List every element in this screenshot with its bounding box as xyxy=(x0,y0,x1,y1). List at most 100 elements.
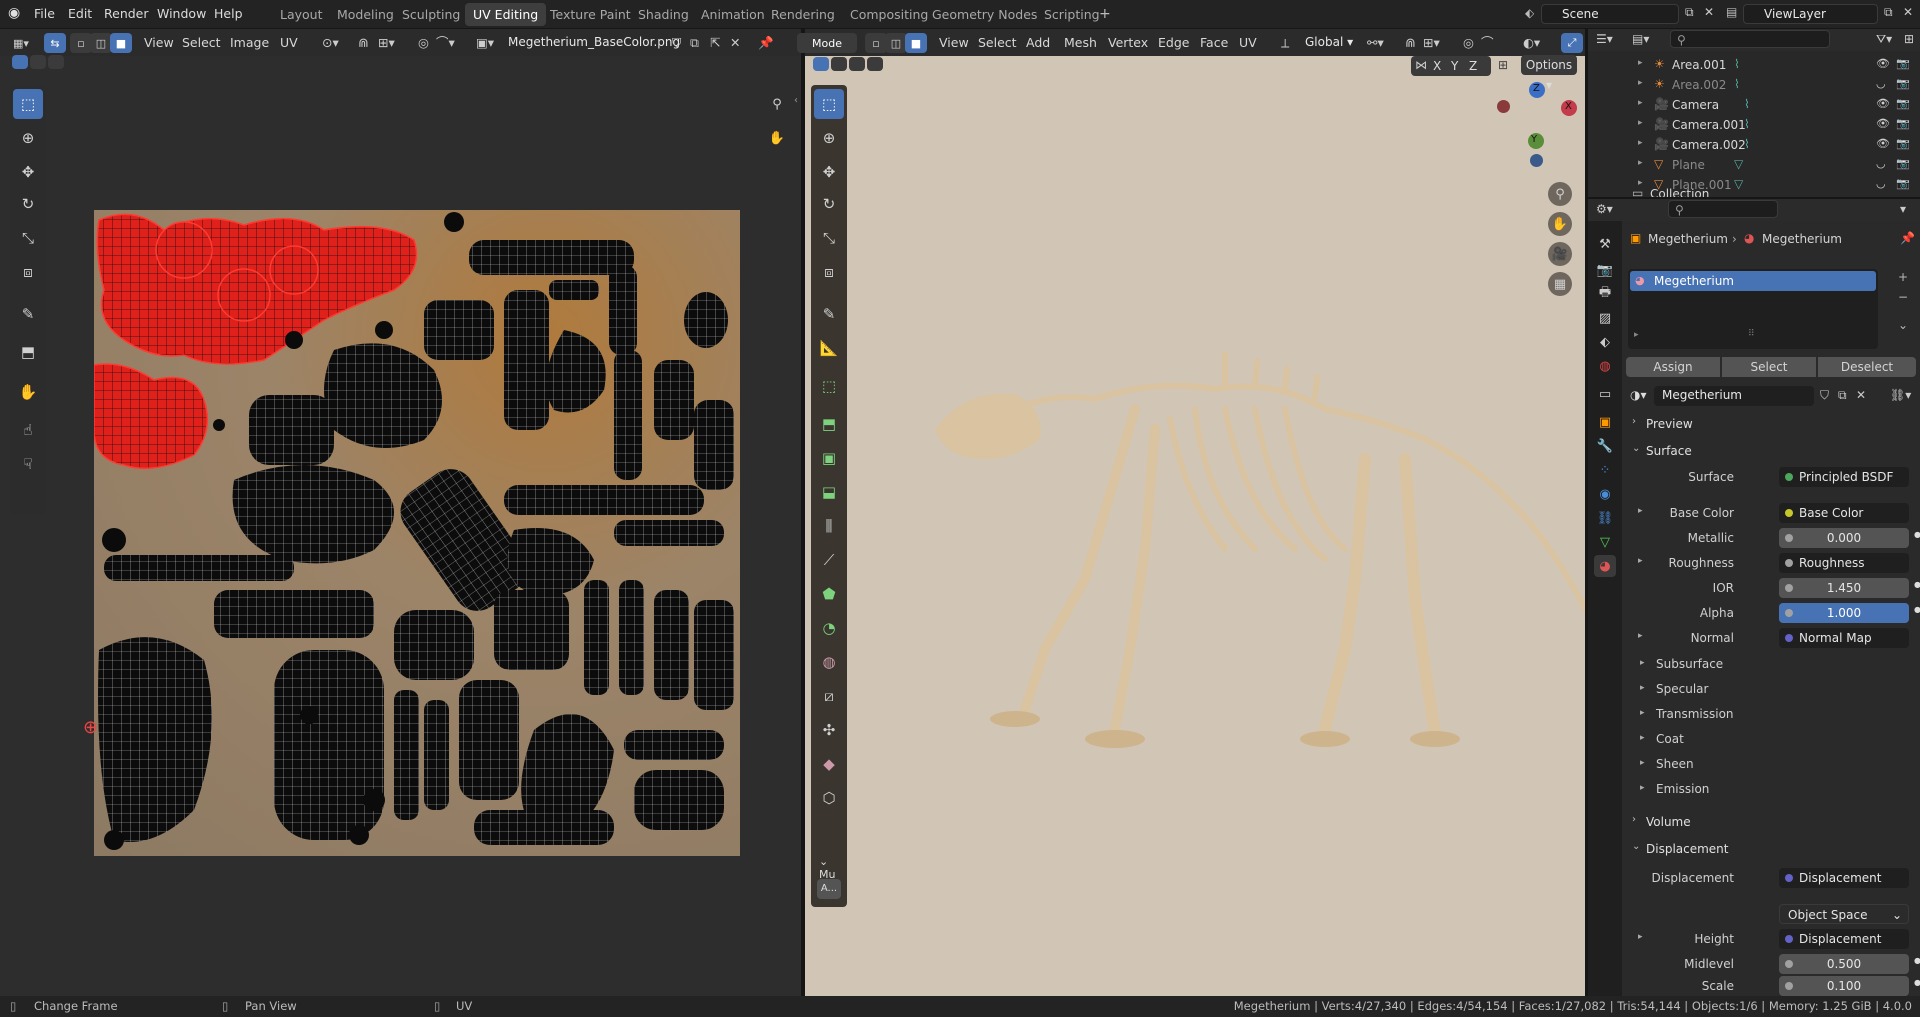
vp-scale-tool-icon[interactable]: ⤡ xyxy=(814,223,844,253)
select-box-tool-icon[interactable]: ⬚ xyxy=(13,89,43,119)
transform-tool-icon[interactable]: ⧈ xyxy=(13,257,43,287)
new-view-layer-icon[interactable]: ⧉ xyxy=(1884,5,1893,20)
constraints-tab-icon[interactable]: ⛓ xyxy=(1594,507,1616,529)
outliner-row[interactable]: ▸ ▽ Plane ▽ ◡ 📷 xyxy=(1588,155,1920,175)
gizmo-z-icon[interactable]: Z xyxy=(1529,82,1545,98)
shrink-fatten-tool-icon[interactable]: ✣ xyxy=(814,715,844,745)
vp-menu-view[interactable]: View xyxy=(939,33,969,52)
vp-select-new-icon[interactable] xyxy=(813,57,829,71)
outliner-expand-icon[interactable]: ▸ xyxy=(1638,78,1643,88)
physics-tab-icon[interactable]: ◉ xyxy=(1594,483,1616,505)
rip-region-tool-icon[interactable]: ⬡ xyxy=(814,783,844,813)
inset-tool-icon[interactable]: ▣ xyxy=(814,443,844,473)
workspace-tab-scripting[interactable]: Scripting xyxy=(1036,3,1108,26)
material-unlink-icon[interactable]: ✕ xyxy=(1856,388,1866,402)
outliner-expand-icon[interactable]: ▸ xyxy=(1638,118,1643,128)
uv-menu-uv[interactable]: UV xyxy=(280,33,298,52)
3d-viewport[interactable]: Mode ▫ ◫ ■ View Select Add Mesh Vertex E… xyxy=(797,29,1585,996)
fake-user-icon[interactable]: ⛉ xyxy=(672,33,681,52)
last-op-title[interactable]: ⌄ Mu xyxy=(819,855,847,881)
uv-menu-view[interactable]: View xyxy=(144,33,174,52)
visibility-eye-icon[interactable]: ◡ xyxy=(1876,157,1886,170)
outliner-expand-icon[interactable]: ▸ xyxy=(1638,98,1643,108)
material-slot-item[interactable]: ◕ Megetherium xyxy=(1630,271,1876,291)
base-color-field[interactable]: Base Color xyxy=(1779,503,1909,523)
pin-props-icon[interactable]: 📌 xyxy=(1900,231,1915,245)
material-browse-icon[interactable]: ◑▾ xyxy=(1630,388,1647,402)
falloff-icon[interactable]: ⌒▾ xyxy=(436,33,455,52)
pinch-tool-icon[interactable]: ☟ xyxy=(13,449,43,479)
new-collection-icon[interactable]: ⊞ xyxy=(1904,32,1914,46)
workspace-tab-animation[interactable]: Animation xyxy=(693,3,773,26)
vp-menu-edge[interactable]: Edge xyxy=(1158,33,1189,52)
orientation-dropdown[interactable]: Global ▾ xyxy=(1299,33,1363,53)
vp-annotate-tool-icon[interactable]: ✎ xyxy=(814,299,844,329)
measure-tool-icon[interactable]: 📐 xyxy=(814,333,844,363)
mesh-options-icon[interactable]: ⊞ xyxy=(1498,58,1508,72)
vp-edge-select-icon[interactable]: ◫ xyxy=(885,33,907,53)
data-tab-icon[interactable]: ▽ xyxy=(1594,531,1616,553)
workspace-tab-uv-editing[interactable]: UV Editing xyxy=(465,3,547,26)
grab-tool-icon[interactable]: ✋ xyxy=(13,377,43,407)
vertex-select-icon[interactable]: ▫ xyxy=(70,33,92,53)
properties-type-icon[interactable]: ⚙▾ xyxy=(1596,202,1613,216)
workspace-tab-modeling[interactable]: Modeling xyxy=(329,3,402,26)
camera-view-icon[interactable]: 🎥 xyxy=(1548,242,1572,266)
scale-tool-icon[interactable]: ⤡ xyxy=(13,223,43,253)
visibility-eye-icon[interactable]: 👁 xyxy=(1876,97,1890,110)
midlevel-keyframe-icon[interactable]: ● xyxy=(1914,956,1920,965)
render-visibility-icon[interactable]: 📷 xyxy=(1896,57,1910,70)
uv-sync-icon[interactable]: ⇆ xyxy=(44,33,66,53)
height-expand-icon[interactable]: ▸ xyxy=(1638,932,1643,942)
pivot-icon[interactable]: ⊙▾ xyxy=(322,33,339,52)
new-image-icon[interactable]: ⧉ xyxy=(690,33,699,52)
vp-pan-icon[interactable]: ✋ xyxy=(1548,212,1572,236)
shear-tool-icon[interactable]: ◆ xyxy=(814,749,844,779)
preview-section[interactable]: › Preview xyxy=(1628,413,1908,435)
add-slot-icon[interactable]: + xyxy=(1898,270,1908,284)
height-field[interactable]: Displacement xyxy=(1779,929,1909,949)
vp-select-subtract-icon[interactable] xyxy=(849,57,865,71)
displacement-section[interactable]: ⌄ Displacement xyxy=(1628,838,1908,860)
object-data-icon[interactable]: ⌇ xyxy=(1734,77,1740,91)
new-scene-icon[interactable]: ⧉ xyxy=(1685,5,1694,20)
gizmo-toggle-icon[interactable]: ⤢ xyxy=(1561,33,1583,53)
object-data-icon[interactable]: ⌇ xyxy=(1744,97,1750,111)
visibility-eye-icon[interactable]: 👁 xyxy=(1876,137,1890,150)
vp-select-extend-icon[interactable] xyxy=(831,57,847,71)
view-layer-field[interactable]: ViewLayer xyxy=(1743,4,1878,24)
outliner-expand-icon[interactable]: ▸ xyxy=(1638,58,1643,68)
bevel-tool-icon[interactable]: ⬓ xyxy=(814,477,844,507)
object-data-icon[interactable]: ⌇ xyxy=(1744,117,1750,131)
vp-snap-target-icon[interactable]: ⊞▾ xyxy=(1423,33,1440,52)
filter-icon[interactable]: ⛛▾ xyxy=(1876,32,1892,47)
tool-tab-icon[interactable]: ⚒ xyxy=(1594,233,1616,255)
outliner-row[interactable]: ▸ 🎥 Camera.002 ⌇ 👁 📷 xyxy=(1588,135,1920,155)
vp-cursor-tool-icon[interactable]: ⊕ xyxy=(814,123,844,153)
editor-type-icon[interactable]: ▦▾ xyxy=(8,33,34,53)
material-name-field[interactable]: Megetherium xyxy=(1654,386,1814,406)
menu-file[interactable]: File xyxy=(34,6,55,21)
ior-field[interactable]: 1.450 xyxy=(1779,578,1909,598)
vp-menu-vertex[interactable]: Vertex xyxy=(1108,33,1148,52)
gizmo-x-icon[interactable]: X xyxy=(1561,100,1577,116)
scale-field[interactable]: 0.100 xyxy=(1779,976,1909,996)
outliner-row[interactable]: ▸ 🎥 Camera ⌇ 👁 📷 xyxy=(1588,95,1920,115)
menu-render[interactable]: Render xyxy=(104,6,149,21)
vp-select-box-tool-icon[interactable]: ⬚ xyxy=(814,89,844,119)
outliner-row[interactable]: ▸ 🎥 Camera.001 ⌇ 👁 📷 xyxy=(1588,115,1920,135)
workspace-tab-sculpting[interactable]: Sculpting xyxy=(394,3,468,26)
list-resize-handle-icon[interactable]: ⠿ xyxy=(1748,329,1755,339)
uv-menu-select[interactable]: Select xyxy=(182,33,221,52)
visibility-eye-icon[interactable]: 👁 xyxy=(1876,117,1890,130)
vp-snap-icon[interactable]: ⋒ xyxy=(1405,33,1415,52)
workspace-tab-layout[interactable]: Layout xyxy=(272,3,331,26)
space-dropdown[interactable]: Object Space ⌄ xyxy=(1779,904,1909,924)
select-subtract-icon[interactable] xyxy=(48,55,64,69)
remove-slot-icon[interactable]: − xyxy=(1898,290,1908,304)
snap-icon[interactable]: ⋒ xyxy=(358,33,368,52)
snap-target-icon[interactable]: ⊞▾ xyxy=(378,33,395,52)
visibility-eye-icon[interactable]: ◡ xyxy=(1876,77,1886,90)
visibility-icon[interactable]: ◐▾ xyxy=(1523,33,1540,52)
vp-menu-add[interactable]: Add xyxy=(1026,33,1050,52)
